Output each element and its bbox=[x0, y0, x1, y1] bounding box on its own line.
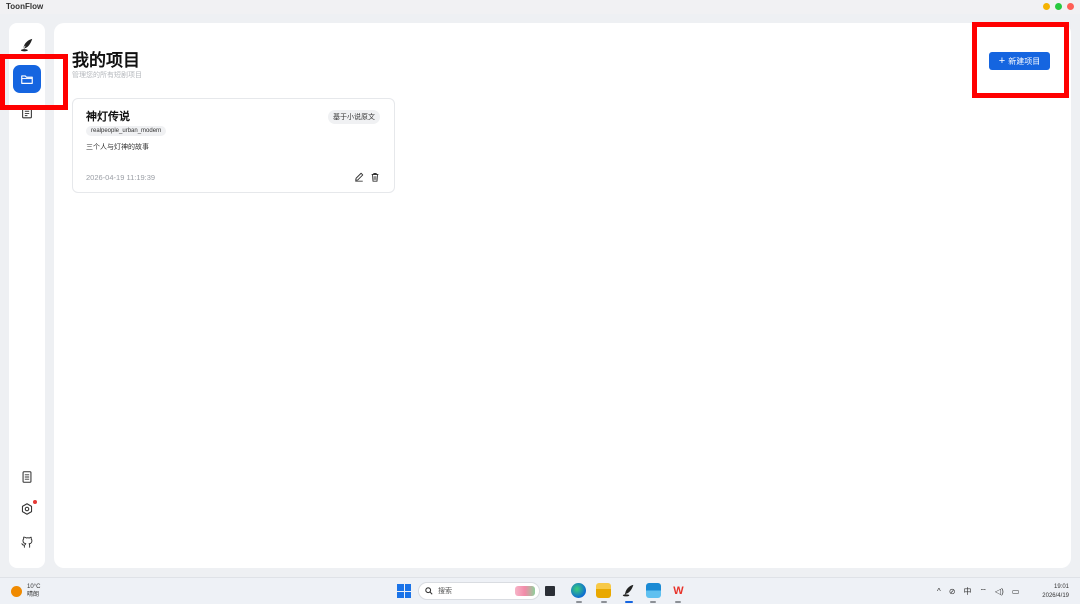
quill-logo-icon bbox=[20, 38, 33, 52]
running-indicator bbox=[601, 601, 607, 603]
running-indicator bbox=[650, 601, 656, 603]
task-view-icon[interactable] bbox=[545, 586, 555, 596]
new-project-button[interactable]: + 新建项目 bbox=[989, 52, 1050, 70]
taskbar-search[interactable]: 搜索 bbox=[418, 582, 540, 600]
main-panel: 我的项目 管理您的所有短剧项目 + 新建项目 神灯传说 基于小说原文 realp… bbox=[54, 23, 1071, 568]
app-title: ToonFlow bbox=[6, 2, 44, 11]
title-bar: ToonFlow bbox=[0, 0, 1080, 14]
windows-logo-pane bbox=[404, 584, 411, 591]
minimize-button[interactable] bbox=[1043, 3, 1050, 10]
edge-browser-icon[interactable] bbox=[571, 583, 586, 598]
sidebar bbox=[9, 23, 45, 568]
github-icon bbox=[21, 536, 33, 548]
chevron-up-icon[interactable]: ^ bbox=[937, 587, 941, 596]
weather-widget[interactable]: 10°C 晴朗 bbox=[11, 583, 40, 599]
page-title: 我的项目 bbox=[72, 51, 140, 70]
plus-icon: + bbox=[998, 54, 1006, 67]
windows-logo-icon bbox=[397, 584, 404, 591]
sidebar-item-list[interactable] bbox=[13, 99, 41, 127]
sidebar-item-docs[interactable] bbox=[13, 463, 41, 491]
document-icon bbox=[22, 471, 32, 483]
active-indicator bbox=[625, 601, 633, 603]
close-button[interactable] bbox=[1067, 3, 1074, 10]
list-icon bbox=[22, 107, 32, 119]
maximize-button[interactable] bbox=[1055, 3, 1062, 10]
toonflow-taskbar-icon[interactable] bbox=[621, 583, 636, 598]
search-highlight-art bbox=[515, 586, 535, 596]
taskbar-clock[interactable]: 19:01 2026/4/19 bbox=[1042, 583, 1069, 601]
project-title: 神灯传说 bbox=[86, 111, 130, 123]
file-explorer-icon[interactable] bbox=[596, 583, 611, 598]
system-tray: ^ ⊘ 中 ⌔ ◁) ▭ bbox=[937, 586, 1019, 597]
sidebar-item-home[interactable] bbox=[13, 31, 41, 59]
edit-icon bbox=[354, 172, 363, 182]
sidebar-item-projects[interactable] bbox=[13, 65, 41, 93]
photos-app-icon[interactable] bbox=[646, 583, 661, 598]
windows-logo-pane bbox=[397, 591, 404, 598]
wps-office-icon[interactable]: W bbox=[671, 583, 686, 598]
quill-logo-icon bbox=[622, 584, 634, 597]
network-status-icon[interactable]: ⊘ bbox=[949, 587, 956, 596]
weather-condition: 晴朗 bbox=[27, 592, 40, 598]
wifi-icon[interactable]: ⌔ bbox=[979, 587, 987, 597]
search-placeholder: 搜索 bbox=[438, 588, 452, 595]
page-subtitle: 管理您的所有短剧项目 bbox=[72, 72, 142, 79]
project-description: 三个人与灯神的故事 bbox=[86, 144, 149, 151]
windows-logo-pane bbox=[404, 591, 411, 598]
battery-icon[interactable]: ▭ bbox=[1012, 587, 1020, 596]
clock-time: 19:01 bbox=[1053, 584, 1069, 590]
project-source-badge: 基于小说原文 bbox=[328, 110, 380, 124]
search-icon bbox=[425, 587, 433, 595]
settings-icon bbox=[21, 503, 33, 515]
sidebar-item-settings[interactable] bbox=[13, 495, 41, 523]
delete-project-button[interactable] bbox=[369, 171, 380, 182]
project-card[interactable]: 神灯传说 基于小说原文 realpeople_urban_modern 三个人与… bbox=[72, 98, 395, 193]
edit-project-button[interactable] bbox=[353, 171, 364, 182]
sidebar-item-github[interactable] bbox=[13, 528, 41, 556]
running-indicator bbox=[675, 601, 681, 603]
taskbar: 10°C 晴朗 搜索 W ^ ⊘ 中 ⌔ ◁) ▭ 19:01 2026/4/1… bbox=[0, 577, 1080, 604]
project-style-tag: realpeople_urban_modern bbox=[86, 126, 167, 136]
notification-dot bbox=[33, 500, 37, 504]
new-project-label: 新建项目 bbox=[1008, 56, 1041, 66]
clock-date: 2026/4/19 bbox=[1042, 593, 1069, 599]
start-button[interactable] bbox=[397, 584, 411, 598]
running-indicator bbox=[576, 601, 582, 603]
trash-icon bbox=[371, 172, 378, 182]
weather-temp: 10°C bbox=[27, 584, 41, 590]
sun-icon bbox=[11, 585, 22, 597]
ime-indicator[interactable]: 中 bbox=[963, 586, 971, 597]
volume-icon[interactable]: ◁) bbox=[995, 587, 1004, 596]
window-controls bbox=[1043, 3, 1074, 10]
project-date: 2026-04-19 11:19:39 bbox=[86, 173, 156, 182]
folder-icon bbox=[21, 75, 33, 84]
